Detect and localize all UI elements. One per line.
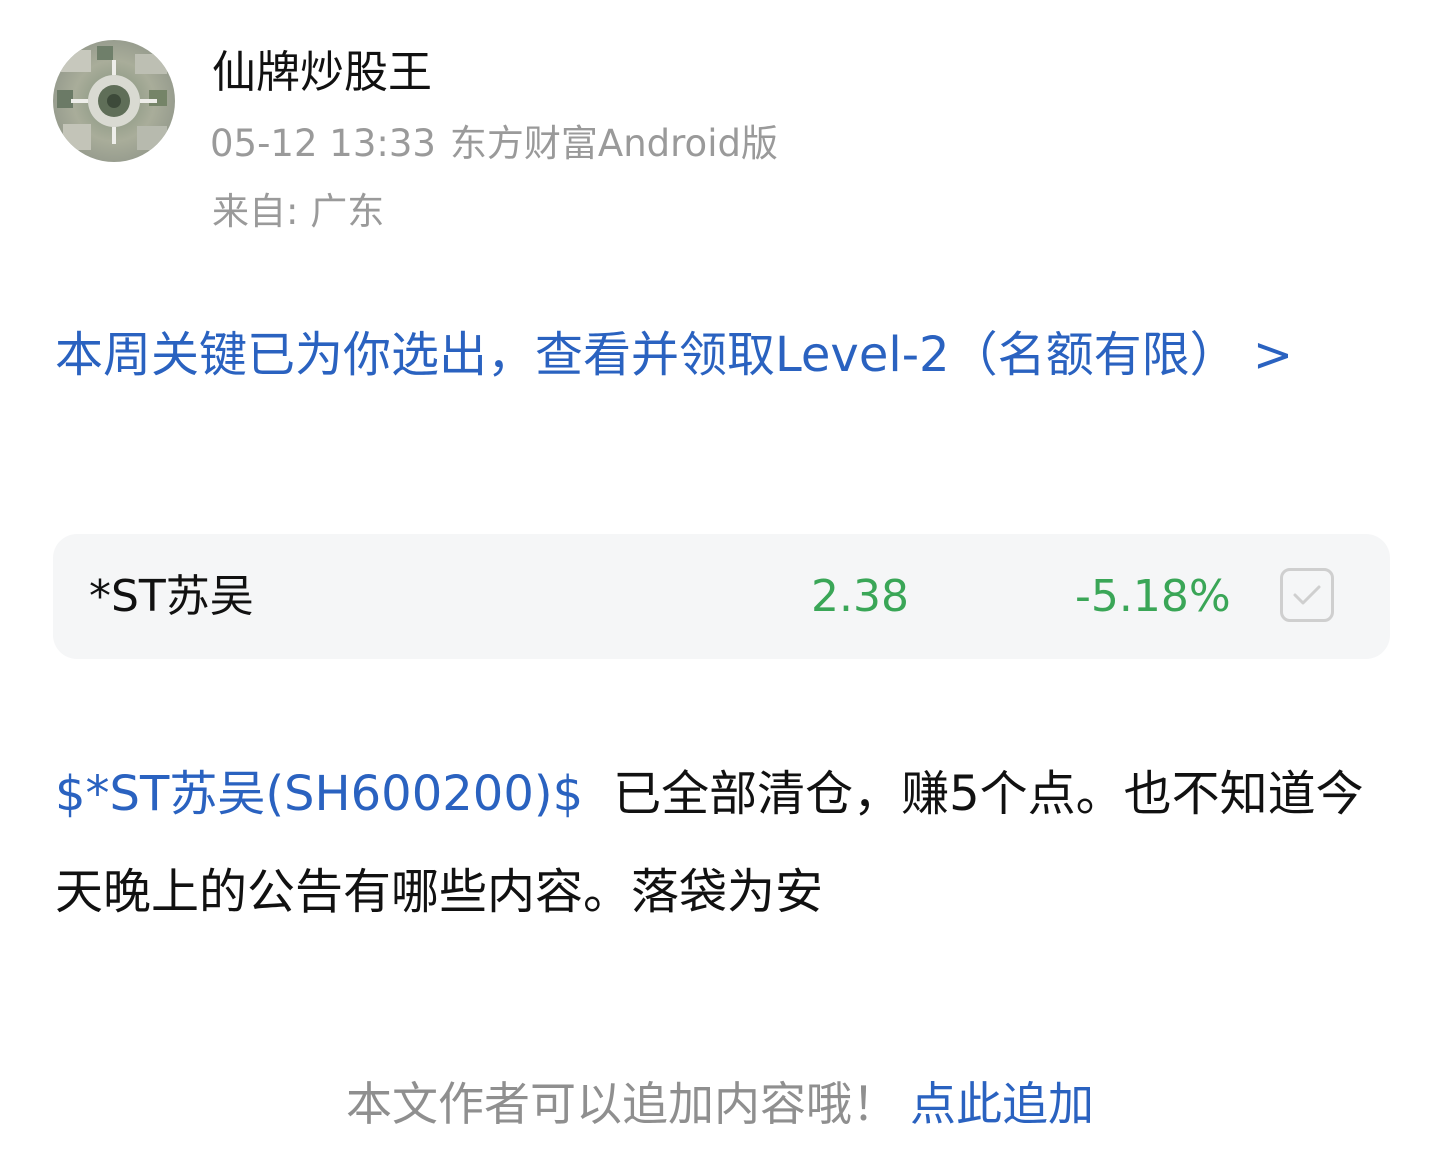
append-hint: 本文作者可以追加内容哦！ [346,1077,898,1131]
author-name[interactable]: 仙牌炒股王 [212,44,432,102]
post-location: 来自: 广东 [212,190,385,233]
stock-name: *ST苏吴 [89,571,254,622]
stock-price: 2.38 [811,571,909,622]
check-icon [1293,585,1321,605]
post-page: 仙牌炒股王 05-12 13:33 东方财富Android版 来自: 广东 本周关… [0,0,1440,1164]
post-timestamp: 05-12 13:33 [210,122,436,165]
stock-change-percent: -5.18% [1075,571,1231,622]
post-meta: 05-12 13:33 东方财富Android版 [210,120,778,168]
avatar-image [53,40,175,162]
stock-tag-link[interactable]: $*ST苏吴(SH600200)$ [55,766,583,822]
append-content-link[interactable]: 点此追加 [910,1077,1094,1131]
stock-quote-card[interactable]: *ST苏吴 2.38 -5.18% [53,534,1390,659]
post-source: 东方财富Android版 [449,122,778,165]
level2-promo-link[interactable]: 本周关键已为你选出，查看并领取Level-2（名额有限） > [55,320,1375,390]
append-content-footer: 本文作者可以追加内容哦！ 点此追加 [0,1074,1440,1134]
add-watchlist-checkbox[interactable] [1280,568,1334,622]
author-avatar[interactable] [53,40,175,162]
post-content: $*ST苏吴(SH600200)$ 已全部清仓，赚5个点。也不知道今天晚上的公告有… [55,745,1385,941]
